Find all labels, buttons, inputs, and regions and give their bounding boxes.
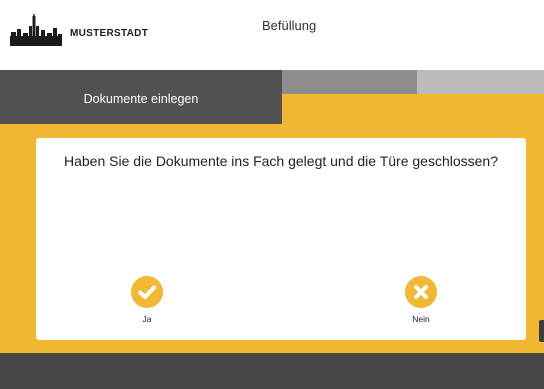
- yes-label: Ja: [142, 314, 152, 324]
- dialog-question: Haben Sie die Dokumente ins Fach gelegt …: [63, 153, 498, 169]
- step-strip-background: [282, 94, 544, 124]
- step-indicator: Dokumente einlegen: [0, 70, 544, 124]
- footer-bar: [0, 353, 544, 389]
- x-circle-icon[interactable]: [405, 276, 437, 308]
- step-3-indicator: [417, 70, 544, 94]
- no-button[interactable]: Nein: [391, 276, 451, 324]
- brand-name: MUSTERSTADT: [70, 28, 149, 39]
- step-1-label: Dokumente einlegen: [83, 92, 199, 106]
- step-2-indicator: [282, 70, 417, 94]
- confirmation-dialog: Haben Sie die Dokumente ins Fach gelegt …: [36, 138, 526, 340]
- content-area: Haben Sie die Dokumente ins Fach gelegt …: [0, 124, 544, 353]
- yes-button[interactable]: Ja: [117, 276, 177, 324]
- city-skyline-logo-icon: [10, 14, 62, 46]
- no-label: Nein: [412, 314, 430, 324]
- check-circle-icon[interactable]: [131, 276, 163, 308]
- page-title: Befüllung: [262, 18, 317, 33]
- scroll-handle[interactable]: [539, 320, 544, 342]
- app-header: MUSTERSTADT Befüllung: [0, 0, 544, 70]
- step-1-active: Dokumente einlegen: [0, 70, 282, 124]
